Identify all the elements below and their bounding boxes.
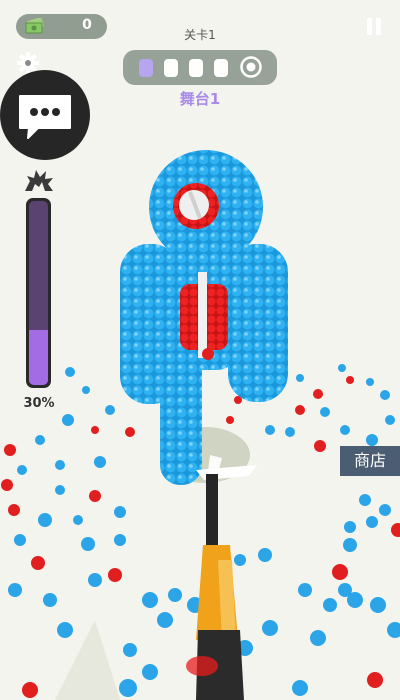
stage-label: 舞台1 [179, 90, 221, 108]
pause-button[interactable] [364, 18, 384, 36]
chat-bubble-icon [19, 95, 71, 139]
stage-step-2 [164, 59, 178, 77]
cash-value: 0 [82, 17, 92, 33]
stage-step-4 [214, 59, 228, 77]
chat-button[interactable] [0, 70, 90, 160]
power-percent-label: 30% [23, 396, 55, 411]
cash-counter: 0 [16, 14, 107, 39]
power-meter [26, 198, 51, 388]
pause-icon [367, 18, 372, 35]
target-icon [240, 56, 262, 78]
shop-button[interactable]: 商店 [340, 446, 400, 476]
level-title: 关卡1 [184, 28, 216, 42]
power-meter-fill [29, 329, 48, 385]
stage-step-1 [139, 59, 153, 77]
stage-step-3 [189, 59, 203, 77]
cash-icon [25, 18, 44, 34]
explosion-icon [25, 170, 53, 191]
